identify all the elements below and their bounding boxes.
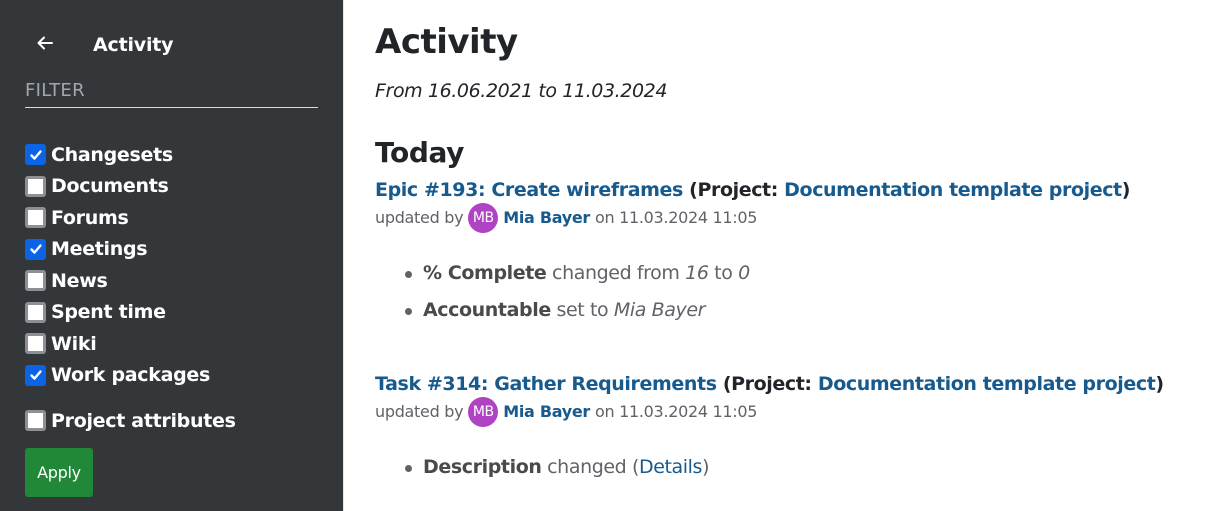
arrow-left-icon	[35, 33, 55, 57]
filter-label: Meetings	[51, 238, 148, 261]
work-package-link[interactable]: Task #314: Gather Requirements	[375, 373, 717, 395]
project-suffix: )	[1121, 179, 1131, 201]
checkbox[interactable]	[25, 238, 46, 260]
checkbox[interactable]	[25, 270, 46, 292]
event-timestamp: on 11.03.2024 11:05	[595, 208, 758, 227]
activity-event: Epic #193: Create wireframes (Project: D…	[375, 177, 1205, 329]
sidebar-title: Activity	[93, 34, 174, 56]
updated-by-label: updated by	[375, 402, 464, 421]
filter-label: Changesets	[51, 143, 173, 166]
work-package-link[interactable]: Epic #193: Create wireframes	[375, 179, 683, 201]
change-text: set to	[550, 299, 614, 321]
sidebar-header: Activity	[0, 30, 343, 60]
new-value: 0	[738, 262, 750, 284]
project-suffix: )	[1155, 373, 1164, 395]
project-link[interactable]: Documentation template project	[784, 179, 1122, 201]
event-title: Epic #193: Create wireframes (Project: D…	[375, 177, 1205, 203]
checkbox[interactable]	[25, 364, 46, 386]
change-item: Description changed (Details)	[403, 449, 1205, 486]
checkbox[interactable]	[25, 333, 46, 355]
filter-heading: FILTER	[25, 80, 318, 108]
filter-documents[interactable]: Documents	[25, 171, 236, 203]
filter-label: News	[51, 269, 108, 292]
updated-by-label: updated by	[375, 208, 464, 227]
checkbox[interactable]	[25, 144, 46, 166]
activity-event: Task #314: Gather Requirements (Project:…	[375, 371, 1205, 486]
author-link[interactable]: Mia Bayer	[503, 399, 590, 425]
filter-news[interactable]: News	[25, 265, 236, 297]
day-heading: Today	[375, 136, 464, 169]
sidebar: Activity FILTER Changesets Documents For…	[0, 0, 343, 511]
change-field: Accountable	[423, 299, 551, 321]
details-link[interactable]: Details	[639, 456, 702, 478]
event-title: Task #314: Gather Requirements (Project:…	[375, 371, 1205, 397]
filter-forums[interactable]: Forums	[25, 202, 236, 234]
change-item: % Complete changed from 16 to 0	[403, 255, 1205, 292]
filter-label: Spent time	[51, 301, 166, 324]
event-meta: updated by MB Mia Bayer on 11.03.2024 11…	[375, 203, 1205, 233]
event-meta: updated by MB Mia Bayer on 11.03.2024 11…	[375, 397, 1205, 427]
checkbox[interactable]	[25, 410, 46, 432]
filter-wiki[interactable]: Wiki	[25, 328, 236, 360]
checkbox[interactable]	[25, 301, 46, 323]
old-value: 16	[685, 262, 709, 284]
avatar[interactable]: MB	[468, 203, 499, 233]
filter-changesets[interactable]: Changesets	[25, 139, 236, 171]
apply-button[interactable]: Apply	[25, 448, 93, 497]
date-range: From 16.06.2021 to 11.03.2024	[375, 80, 668, 102]
filter-meetings[interactable]: Meetings	[25, 234, 236, 266]
main-content: Activity From 16.06.2021 to 11.03.2024 T…	[343, 0, 1215, 511]
author-link[interactable]: Mia Bayer	[503, 205, 590, 231]
filter-label: Forums	[51, 206, 129, 229]
avatar[interactable]: MB	[468, 397, 499, 427]
change-field: Description	[423, 456, 542, 478]
checkbox[interactable]	[25, 175, 46, 197]
change-list: Description changed (Details)	[403, 449, 1205, 486]
filter-list: Changesets Documents Forums Meetings New…	[25, 139, 236, 437]
change-text: changed from	[546, 262, 686, 284]
filter-label: Project attributes	[51, 409, 236, 432]
change-text: to	[708, 262, 739, 284]
project-prefix: (Project:	[682, 179, 785, 201]
page-title: Activity	[375, 22, 518, 62]
event-timestamp: on 11.03.2024 11:05	[595, 402, 758, 421]
change-item: Accountable set to Mia Bayer	[403, 292, 1205, 329]
project-link[interactable]: Documentation template project	[818, 373, 1156, 395]
back-button[interactable]	[32, 30, 58, 60]
filter-project-attributes[interactable]: Project attributes	[25, 405, 236, 437]
filter-spent-time[interactable]: Spent time	[25, 297, 236, 329]
project-prefix: (Project:	[716, 373, 818, 395]
change-text: changed (	[541, 456, 639, 478]
change-text: )	[702, 456, 710, 478]
change-list: % Complete changed from 16 to 0 Accounta…	[403, 255, 1205, 329]
filter-label: Wiki	[51, 332, 97, 355]
filter-label: Documents	[51, 175, 169, 198]
change-field: % Complete	[423, 262, 547, 284]
checkbox[interactable]	[25, 207, 46, 229]
new-value: Mia Bayer	[613, 299, 706, 321]
filter-work-packages[interactable]: Work packages	[25, 360, 236, 392]
filter-label: Work packages	[51, 364, 210, 387]
